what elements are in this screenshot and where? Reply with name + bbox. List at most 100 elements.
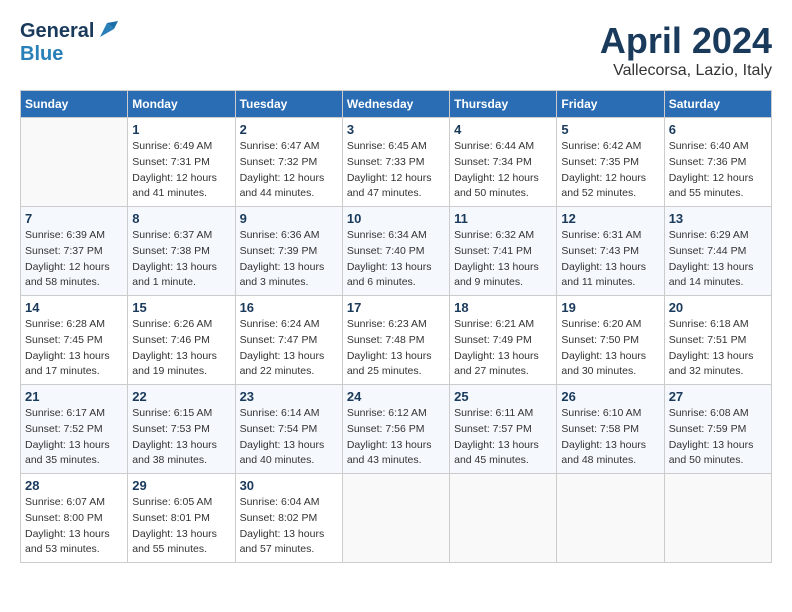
- day-info: Sunrise: 6:10 AMSunset: 7:58 PMDaylight:…: [561, 406, 659, 469]
- day-number: 27: [669, 389, 767, 404]
- weekday-header-thursday: Thursday: [450, 91, 557, 118]
- calendar-week-row: 21 Sunrise: 6:17 AMSunset: 7:52 PMDayligh…: [21, 385, 772, 474]
- calendar-day-cell: 18 Sunrise: 6:21 AMSunset: 7:49 PMDayligh…: [450, 296, 557, 385]
- day-number: 22: [132, 389, 230, 404]
- day-number: 17: [347, 300, 445, 315]
- day-number: 2: [240, 122, 338, 137]
- calendar-week-row: 14 Sunrise: 6:28 AMSunset: 7:45 PMDayligh…: [21, 296, 772, 385]
- calendar-week-row: 7 Sunrise: 6:39 AMSunset: 7:37 PMDaylight…: [21, 207, 772, 296]
- month-title: April 2024: [600, 20, 772, 62]
- day-info: Sunrise: 6:18 AMSunset: 7:51 PMDaylight:…: [669, 317, 767, 380]
- logo-general-text: General: [20, 20, 94, 43]
- weekday-header-sunday: Sunday: [21, 91, 128, 118]
- calendar-day-cell: 26 Sunrise: 6:10 AMSunset: 7:58 PMDayligh…: [557, 385, 664, 474]
- day-info: Sunrise: 6:24 AMSunset: 7:47 PMDaylight:…: [240, 317, 338, 380]
- calendar-day-cell: 8 Sunrise: 6:37 AMSunset: 7:38 PMDaylight…: [128, 207, 235, 296]
- day-info: Sunrise: 6:14 AMSunset: 7:54 PMDaylight:…: [240, 406, 338, 469]
- calendar-day-cell: 25 Sunrise: 6:11 AMSunset: 7:57 PMDayligh…: [450, 385, 557, 474]
- calendar-day-cell: 17 Sunrise: 6:23 AMSunset: 7:48 PMDayligh…: [342, 296, 449, 385]
- logo-blue-text: Blue: [20, 43, 63, 66]
- header: General Blue April 2024 Vallecorsa, Lazi…: [20, 20, 772, 80]
- day-number: 29: [132, 478, 230, 493]
- calendar-week-row: 1Sunrise: 6:49 AMSunset: 7:31 PMDaylight…: [21, 118, 772, 207]
- day-number: 5: [561, 122, 659, 137]
- day-number: 23: [240, 389, 338, 404]
- day-info: Sunrise: 6:28 AMSunset: 7:45 PMDaylight:…: [25, 317, 123, 380]
- calendar-day-cell: 15 Sunrise: 6:26 AMSunset: 7:46 PMDayligh…: [128, 296, 235, 385]
- day-info: Sunrise: 6:04 AMSunset: 8:02 PMDaylight:…: [240, 495, 338, 558]
- weekday-header-friday: Friday: [557, 91, 664, 118]
- calendar-table: SundayMondayTuesdayWednesdayThursdayFrid…: [20, 90, 772, 563]
- calendar-day-cell: 11 Sunrise: 6:32 AMSunset: 7:41 PMDayligh…: [450, 207, 557, 296]
- day-info: Sunrise: 6:15 AMSunset: 7:53 PMDaylight:…: [132, 406, 230, 469]
- calendar-day-cell: 20 Sunrise: 6:18 AMSunset: 7:51 PMDayligh…: [664, 296, 771, 385]
- day-info: Sunrise: 6:08 AMSunset: 7:59 PMDaylight:…: [669, 406, 767, 469]
- calendar-week-row: 28 Sunrise: 6:07 AMSunset: 8:00 PMDayligh…: [21, 474, 772, 563]
- day-number: 8: [132, 211, 230, 226]
- calendar-day-cell: 16 Sunrise: 6:24 AMSunset: 7:47 PMDayligh…: [235, 296, 342, 385]
- calendar-day-cell: 5Sunrise: 6:42 AMSunset: 7:35 PMDaylight…: [557, 118, 664, 207]
- day-info: Sunrise: 6:07 AMSunset: 8:00 PMDaylight:…: [25, 495, 123, 558]
- day-info: Sunrise: 6:21 AMSunset: 7:49 PMDaylight:…: [454, 317, 552, 380]
- weekday-header-saturday: Saturday: [664, 91, 771, 118]
- calendar-day-cell: 27 Sunrise: 6:08 AMSunset: 7:59 PMDayligh…: [664, 385, 771, 474]
- day-number: 7: [25, 211, 123, 226]
- day-number: 28: [25, 478, 123, 493]
- day-number: 18: [454, 300, 552, 315]
- day-info: Sunrise: 6:40 AMSunset: 7:36 PMDaylight:…: [669, 139, 767, 202]
- day-info: Sunrise: 6:29 AMSunset: 7:44 PMDaylight:…: [669, 228, 767, 291]
- calendar-day-cell: [450, 474, 557, 563]
- day-info: Sunrise: 6:17 AMSunset: 7:52 PMDaylight:…: [25, 406, 123, 469]
- day-info: Sunrise: 6:11 AMSunset: 7:57 PMDaylight:…: [454, 406, 552, 469]
- calendar-day-cell: [664, 474, 771, 563]
- day-info: Sunrise: 6:05 AMSunset: 8:01 PMDaylight:…: [132, 495, 230, 558]
- weekday-header-tuesday: Tuesday: [235, 91, 342, 118]
- day-number: 13: [669, 211, 767, 226]
- day-info: Sunrise: 6:37 AMSunset: 7:38 PMDaylight:…: [132, 228, 230, 291]
- logo: General Blue: [20, 20, 118, 66]
- calendar-day-cell: 30 Sunrise: 6:04 AMSunset: 8:02 PMDayligh…: [235, 474, 342, 563]
- day-info: Sunrise: 6:45 AMSunset: 7:33 PMDaylight:…: [347, 139, 445, 202]
- day-number: 14: [25, 300, 123, 315]
- day-info: Sunrise: 6:34 AMSunset: 7:40 PMDaylight:…: [347, 228, 445, 291]
- day-info: Sunrise: 6:26 AMSunset: 7:46 PMDaylight:…: [132, 317, 230, 380]
- calendar-header-row: SundayMondayTuesdayWednesdayThursdayFrid…: [21, 91, 772, 118]
- calendar-day-cell: 12Sunrise: 6:31 AMSunset: 7:43 PMDayligh…: [557, 207, 664, 296]
- day-info: Sunrise: 6:47 AMSunset: 7:32 PMDaylight:…: [240, 139, 338, 202]
- day-info: Sunrise: 6:20 AMSunset: 7:50 PMDaylight:…: [561, 317, 659, 380]
- day-number: 26: [561, 389, 659, 404]
- day-number: 16: [240, 300, 338, 315]
- calendar-day-cell: 6 Sunrise: 6:40 AMSunset: 7:36 PMDaylight…: [664, 118, 771, 207]
- day-number: 3: [347, 122, 445, 137]
- calendar-day-cell: 3 Sunrise: 6:45 AMSunset: 7:33 PMDaylight…: [342, 118, 449, 207]
- calendar-day-cell: 21 Sunrise: 6:17 AMSunset: 7:52 PMDayligh…: [21, 385, 128, 474]
- location-title: Vallecorsa, Lazio, Italy: [600, 62, 772, 80]
- calendar-day-cell: 23 Sunrise: 6:14 AMSunset: 7:54 PMDayligh…: [235, 385, 342, 474]
- day-number: 25: [454, 389, 552, 404]
- calendar-day-cell: 2 Sunrise: 6:47 AMSunset: 7:32 PMDaylight…: [235, 118, 342, 207]
- day-number: 6: [669, 122, 767, 137]
- day-number: 12: [561, 211, 659, 226]
- day-info: Sunrise: 6:39 AMSunset: 7:37 PMDaylight:…: [25, 228, 123, 291]
- title-area: April 2024 Vallecorsa, Lazio, Italy: [600, 20, 772, 80]
- calendar-day-cell: 4Sunrise: 6:44 AMSunset: 7:34 PMDaylight…: [450, 118, 557, 207]
- day-number: 20: [669, 300, 767, 315]
- day-info: Sunrise: 6:12 AMSunset: 7:56 PMDaylight:…: [347, 406, 445, 469]
- day-info: Sunrise: 6:44 AMSunset: 7:34 PMDaylight:…: [454, 139, 552, 202]
- day-info: Sunrise: 6:23 AMSunset: 7:48 PMDaylight:…: [347, 317, 445, 380]
- day-number: 21: [25, 389, 123, 404]
- calendar-day-cell: 22 Sunrise: 6:15 AMSunset: 7:53 PMDayligh…: [128, 385, 235, 474]
- day-number: 30: [240, 478, 338, 493]
- calendar-day-cell: 24 Sunrise: 6:12 AMSunset: 7:56 PMDayligh…: [342, 385, 449, 474]
- calendar-day-cell: [21, 118, 128, 207]
- calendar-day-cell: 28 Sunrise: 6:07 AMSunset: 8:00 PMDayligh…: [21, 474, 128, 563]
- day-info: Sunrise: 6:32 AMSunset: 7:41 PMDaylight:…: [454, 228, 552, 291]
- day-number: 10: [347, 211, 445, 226]
- calendar-day-cell: [557, 474, 664, 563]
- day-number: 11: [454, 211, 552, 226]
- logo-bird-icon: [96, 19, 118, 41]
- calendar-day-cell: 7 Sunrise: 6:39 AMSunset: 7:37 PMDaylight…: [21, 207, 128, 296]
- day-number: 15: [132, 300, 230, 315]
- day-number: 24: [347, 389, 445, 404]
- day-info: Sunrise: 6:36 AMSunset: 7:39 PMDaylight:…: [240, 228, 338, 291]
